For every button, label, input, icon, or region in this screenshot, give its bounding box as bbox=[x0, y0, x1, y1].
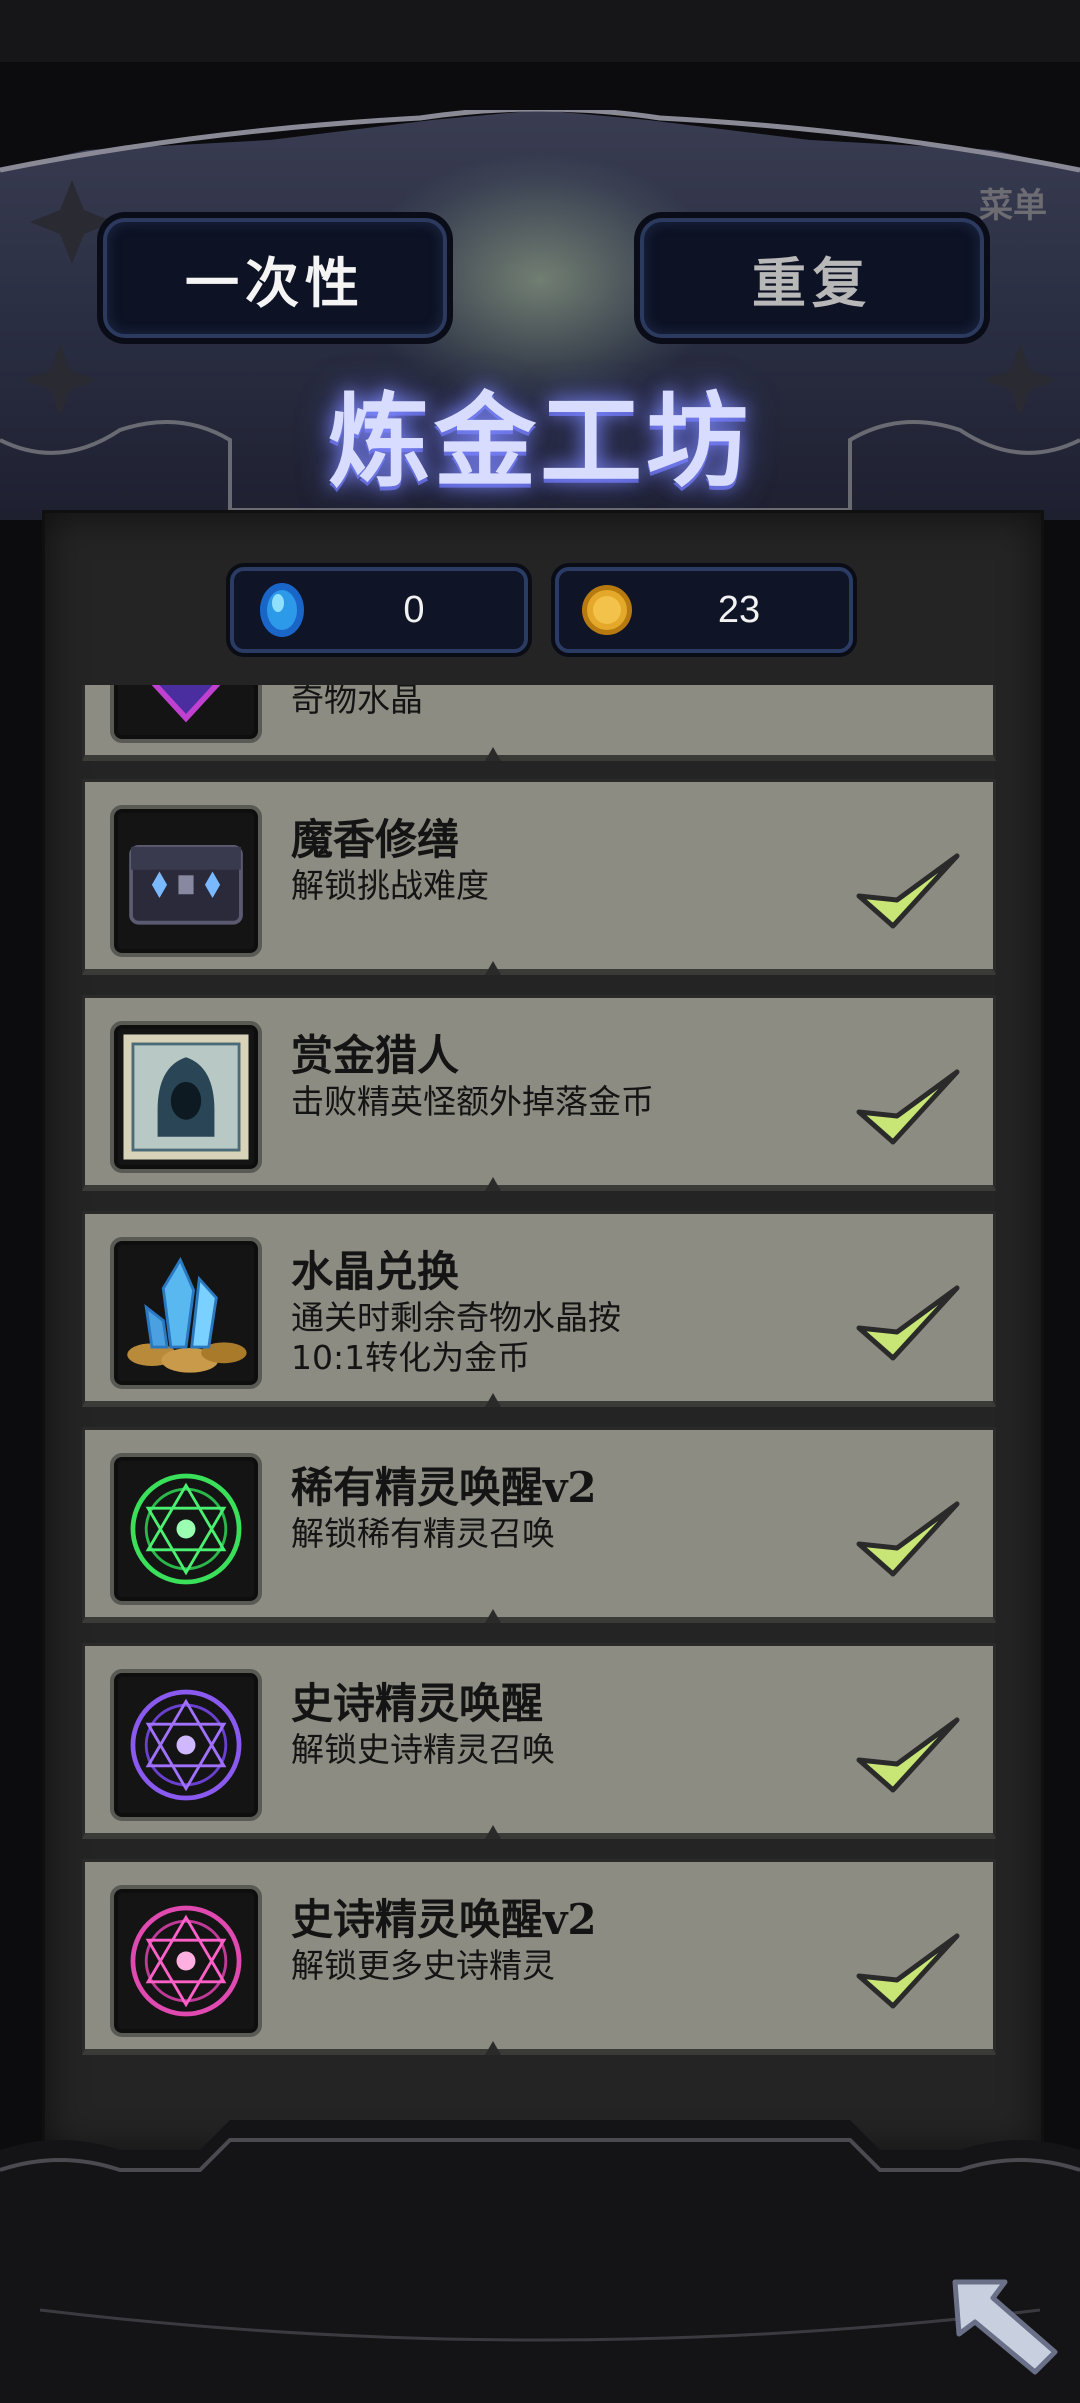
check-icon bbox=[856, 1717, 960, 1793]
check-icon bbox=[856, 1933, 960, 2009]
green-magic-circle-icon bbox=[110, 1453, 262, 1605]
hooded-hunter-scroll-icon bbox=[110, 1021, 262, 1173]
list-item[interactable]: 史诗精灵唤醒 解锁史诗精灵召唤 bbox=[82, 1643, 996, 1839]
check-icon bbox=[856, 853, 960, 929]
tab-one-time[interactable]: 一次性 bbox=[103, 218, 447, 338]
item-title: 史诗精灵唤醒v2 bbox=[291, 1895, 597, 1944]
item-desc: 通关时剩余奇物水晶按10:1转化为金币 bbox=[291, 1298, 621, 1377]
gem-counter: 0 bbox=[230, 567, 528, 653]
item-desc: 解锁挑战难度 bbox=[291, 866, 489, 905]
item-title: 稀有精灵唤醒v2 bbox=[291, 1463, 597, 1512]
check-icon bbox=[856, 1285, 960, 1361]
crystal-gem-icon bbox=[260, 583, 304, 637]
pink-magic-circle-icon bbox=[110, 1885, 262, 2037]
gold-count: 23 bbox=[717, 589, 761, 631]
card-notch bbox=[485, 1609, 501, 1623]
crystal-heart-icon bbox=[110, 685, 262, 743]
card-notch bbox=[485, 747, 501, 761]
list-item[interactable]: 奇物水晶 bbox=[82, 685, 996, 761]
card-notch bbox=[485, 2041, 501, 2055]
upgrade-list[interactable]: 奇物水晶 魔香修缮 解锁挑战难度 赏金猎人 击败精英怪额外掉落金币 水晶兑换 通… bbox=[82, 685, 998, 2065]
list-item[interactable]: 史诗精灵唤醒v2 解锁更多史诗精灵 bbox=[82, 1859, 996, 2055]
item-desc: 解锁稀有精灵召唤 bbox=[291, 1514, 555, 1553]
item-desc: 击败精英怪额外掉落金币 bbox=[291, 1082, 654, 1121]
status-bar bbox=[0, 0, 1080, 62]
list-item[interactable]: 赏金猎人 击败精英怪额外掉落金币 bbox=[82, 995, 996, 1191]
item-desc: 解锁更多史诗精灵 bbox=[291, 1946, 555, 1985]
treasure-chest-icon bbox=[110, 805, 262, 957]
bottom-ornate-frame bbox=[0, 2120, 1080, 2403]
list-item[interactable]: 稀有精灵唤醒v2 解锁稀有精灵召唤 bbox=[82, 1427, 996, 1623]
menu-button[interactable]: 菜单 bbox=[958, 178, 1068, 227]
purple-magic-circle-icon bbox=[110, 1669, 262, 1821]
check-icon bbox=[856, 1069, 960, 1145]
item-title: 水晶兑换 bbox=[291, 1247, 460, 1296]
tab-repeat[interactable]: 重复 bbox=[640, 218, 984, 338]
list-item[interactable]: 水晶兑换 通关时剩余奇物水晶按10:1转化为金币 bbox=[82, 1211, 996, 1407]
card-notch bbox=[485, 1177, 501, 1191]
crystal-coins-icon bbox=[110, 1237, 262, 1389]
item-desc: 奇物水晶 bbox=[291, 685, 423, 719]
item-title: 魔香修缮 bbox=[291, 815, 460, 864]
item-title: 史诗精灵唤醒 bbox=[291, 1679, 544, 1728]
gold-coin-icon bbox=[582, 585, 632, 635]
gem-count: 0 bbox=[403, 589, 425, 631]
back-arrow-icon[interactable] bbox=[945, 2262, 1065, 2382]
item-desc: 解锁史诗精灵召唤 bbox=[291, 1730, 555, 1769]
gold-counter: 23 bbox=[555, 567, 853, 653]
list-item[interactable]: 魔香修缮 解锁挑战难度 bbox=[82, 779, 996, 975]
card-notch bbox=[485, 961, 501, 975]
check-icon bbox=[856, 1501, 960, 1577]
card-notch bbox=[485, 1393, 501, 1407]
card-notch bbox=[485, 1825, 501, 1839]
item-title: 赏金猎人 bbox=[291, 1031, 460, 1080]
page-title: 炼金工坊 bbox=[328, 382, 752, 502]
